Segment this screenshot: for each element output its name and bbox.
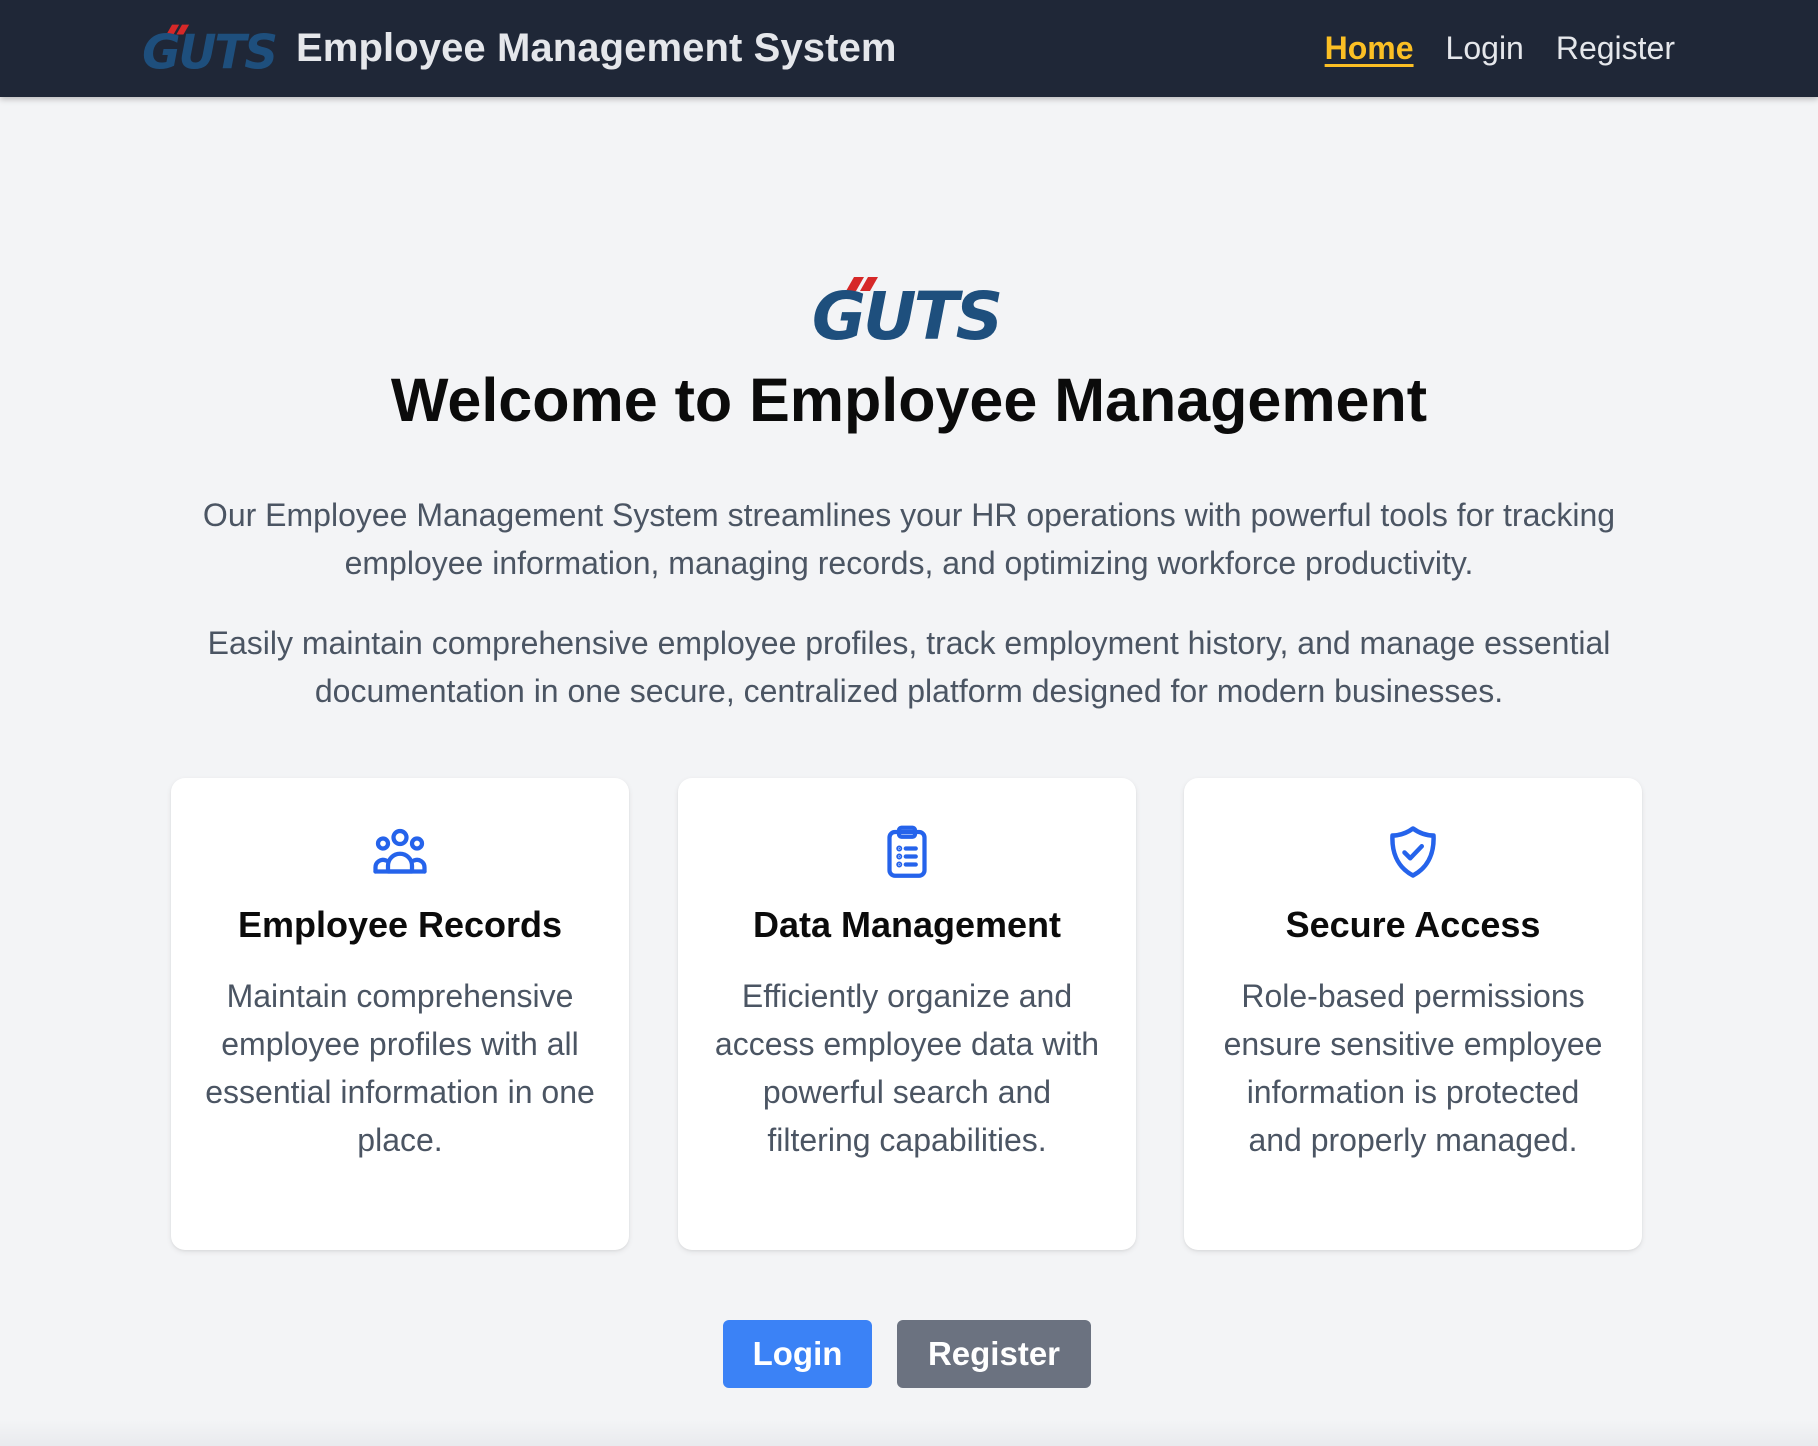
guts-hero-logo-text: GUTS	[812, 278, 1000, 343]
main-nav: Home Login Register	[1325, 0, 1675, 97]
app-title: Employee Management System	[296, 25, 897, 70]
intro-paragraph: Our Employee Management System streamlin…	[202, 497, 1616, 581]
feature-description: Maintain comprehensive employee profiles…	[205, 978, 595, 1158]
page-title: Welcome to Employee Management	[390, 366, 1428, 434]
feature-title: Employee Records	[237, 904, 563, 945]
feature-card-employee-records: Employee Records Maintain comprehensive …	[171, 778, 629, 1250]
feature-card-secure-access: Secure Access Role-based permissions ens…	[1184, 778, 1642, 1250]
feature-description: Efficiently organize and access employee…	[714, 978, 1100, 1158]
nav-register-link[interactable]: Register	[1556, 30, 1675, 67]
guts-hero-logo: GUTS	[812, 277, 1003, 343]
user-group-icon	[373, 828, 427, 874]
feature-title: Data Management	[752, 904, 1062, 945]
nav-home-link[interactable]: Home	[1325, 30, 1414, 67]
login-button[interactable]: Login	[723, 1320, 872, 1388]
guts-logo: GUTS	[142, 24, 278, 72]
guts-logo-text: GUTS	[142, 27, 276, 72]
clipboard-list-icon	[887, 825, 927, 878]
shield-check-icon	[1390, 826, 1436, 878]
nav-login-link[interactable]: Login	[1446, 30, 1524, 67]
feature-card-data-management: Data Management Efficiently organize and…	[678, 778, 1136, 1250]
brand-home-link[interactable]: GUTS Employee Management System	[138, 18, 897, 78]
register-button[interactable]: Register	[897, 1320, 1091, 1388]
top-navbar: GUTS Employee Management System Home Log…	[0, 0, 1818, 97]
feature-description: Role-based permissions ensure sensitive …	[1223, 978, 1603, 1158]
feature-title: Secure Access	[1285, 904, 1541, 945]
description-paragraph: Easily maintain comprehensive employee p…	[207, 625, 1611, 709]
footer-shadow	[0, 1420, 1818, 1446]
